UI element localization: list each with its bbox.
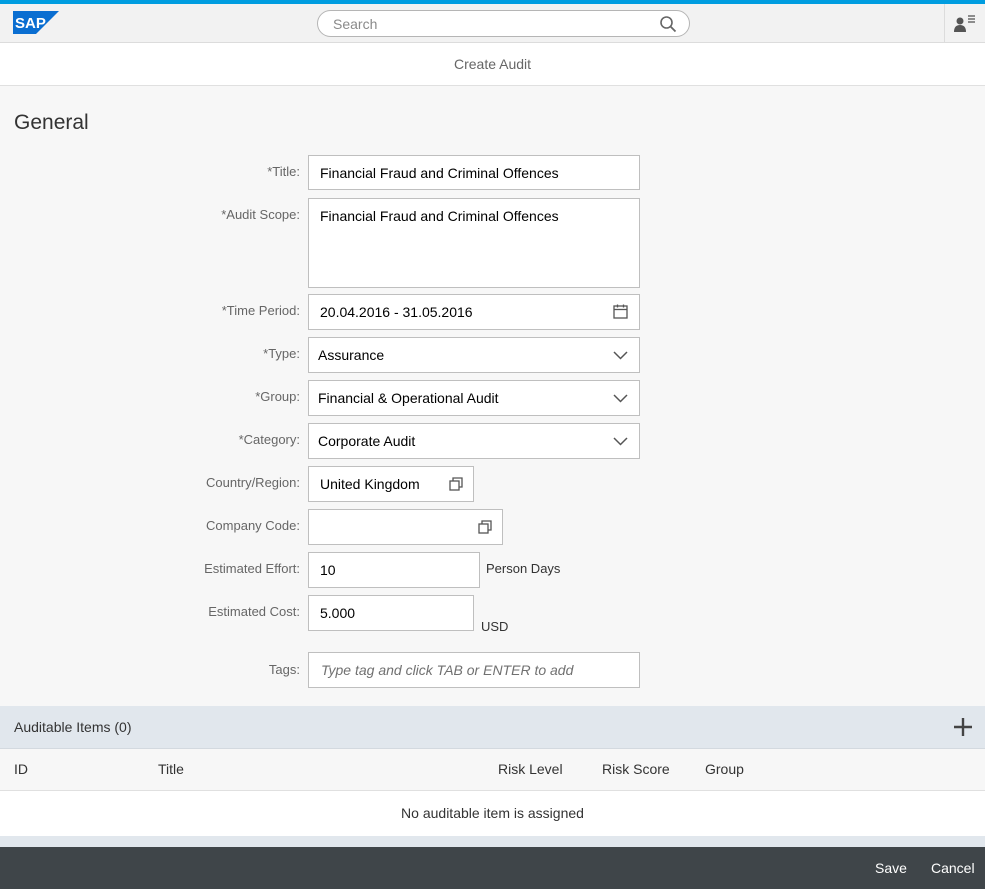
effort-unit: Person Days bbox=[486, 561, 561, 576]
title-input[interactable]: Financial Fraud and Criminal Offences bbox=[308, 155, 640, 190]
page-title: Create Audit bbox=[453, 56, 532, 72]
type-select[interactable]: Assurance bbox=[308, 337, 640, 373]
auditable-items-title: Auditable Items (0) bbox=[14, 719, 132, 735]
footer-toolbar: Save Cancel bbox=[0, 847, 985, 889]
chevron-down-icon[interactable] bbox=[613, 435, 628, 447]
company-code-input[interactable] bbox=[308, 509, 503, 545]
country-region-value: United Kingdom bbox=[320, 476, 420, 492]
page-header: Create Audit bbox=[0, 43, 985, 86]
group-value: Financial & Operational Audit bbox=[318, 390, 499, 406]
cost-unit: USD bbox=[481, 619, 509, 634]
tags-label: Tags: bbox=[268, 662, 300, 677]
estimated-cost-value: 5.000 bbox=[320, 605, 356, 621]
estimated-effort-label: Estimated Effort: bbox=[204, 561, 300, 576]
time-period-picker[interactable]: 20.04.2016 - 31.05.2016 bbox=[308, 294, 640, 330]
user-menu-icon[interactable] bbox=[954, 14, 976, 34]
company-code-label: Company Code: bbox=[206, 518, 300, 533]
title-label: *Title: bbox=[267, 164, 300, 179]
table-header: ID Title Risk Level Risk Score Group bbox=[0, 749, 985, 791]
category-select[interactable]: Corporate Audit bbox=[308, 423, 640, 459]
time-period-label: *Time Period: bbox=[221, 303, 300, 318]
estimated-cost-input[interactable]: 5.000 bbox=[308, 595, 474, 631]
empty-table-message: No auditable item is assigned bbox=[401, 805, 584, 821]
tags-placeholder: Type tag and click TAB or ENTER to add bbox=[321, 662, 574, 678]
group-label: *Group: bbox=[255, 389, 300, 404]
category-value: Corporate Audit bbox=[318, 433, 416, 449]
estimated-effort-input[interactable]: 10 bbox=[308, 552, 480, 588]
value-help-icon[interactable] bbox=[449, 477, 464, 492]
calendar-icon[interactable] bbox=[613, 304, 628, 319]
column-risk-score[interactable]: Risk Score bbox=[602, 761, 670, 777]
country-region-label: Country/Region: bbox=[206, 475, 300, 490]
audit-scope-label: *Audit Scope: bbox=[221, 207, 300, 222]
estimated-cost-label: Estimated Cost: bbox=[208, 604, 300, 619]
tags-input[interactable]: Type tag and click TAB or ENTER to add bbox=[308, 652, 640, 688]
auditable-items-toolbar: Auditable Items (0) bbox=[0, 706, 985, 749]
value-help-icon[interactable] bbox=[478, 520, 493, 535]
column-group[interactable]: Group bbox=[705, 761, 744, 777]
sap-logo[interactable]: SAP bbox=[13, 11, 59, 34]
chevron-down-icon[interactable] bbox=[613, 392, 628, 404]
table-bottom-strip bbox=[0, 836, 985, 847]
column-id[interactable]: ID bbox=[14, 761, 28, 777]
type-value: Assurance bbox=[318, 347, 385, 363]
shell-divider bbox=[944, 4, 945, 43]
audit-scope-textarea[interactable]: Financial Fraud and Criminal Offences bbox=[308, 198, 640, 288]
estimated-effort-value: 10 bbox=[320, 562, 336, 578]
search-icon[interactable] bbox=[659, 15, 677, 33]
title-value: Financial Fraud and Criminal Offences bbox=[320, 165, 559, 181]
search-field[interactable] bbox=[317, 10, 690, 37]
table-empty-row: No auditable item is assigned bbox=[0, 791, 985, 836]
time-period-value: 20.04.2016 - 31.05.2016 bbox=[320, 304, 473, 320]
add-icon[interactable] bbox=[952, 716, 974, 738]
section-title: General bbox=[14, 111, 89, 134]
save-button[interactable]: Save bbox=[875, 860, 907, 876]
country-region-input[interactable]: United Kingdom bbox=[308, 466, 474, 502]
type-label: *Type: bbox=[263, 346, 300, 361]
category-label: *Category: bbox=[238, 432, 300, 447]
cancel-button[interactable]: Cancel bbox=[931, 860, 975, 876]
column-risk-level[interactable]: Risk Level bbox=[498, 761, 563, 777]
column-title[interactable]: Title bbox=[158, 761, 184, 777]
svg-text:SAP: SAP bbox=[15, 15, 46, 32]
chevron-down-icon[interactable] bbox=[613, 349, 628, 361]
audit-scope-value: Financial Fraud and Criminal Offences bbox=[320, 208, 559, 224]
search-input[interactable] bbox=[333, 15, 653, 33]
group-select[interactable]: Financial & Operational Audit bbox=[308, 380, 640, 416]
shell-bar: SAP bbox=[0, 4, 985, 43]
